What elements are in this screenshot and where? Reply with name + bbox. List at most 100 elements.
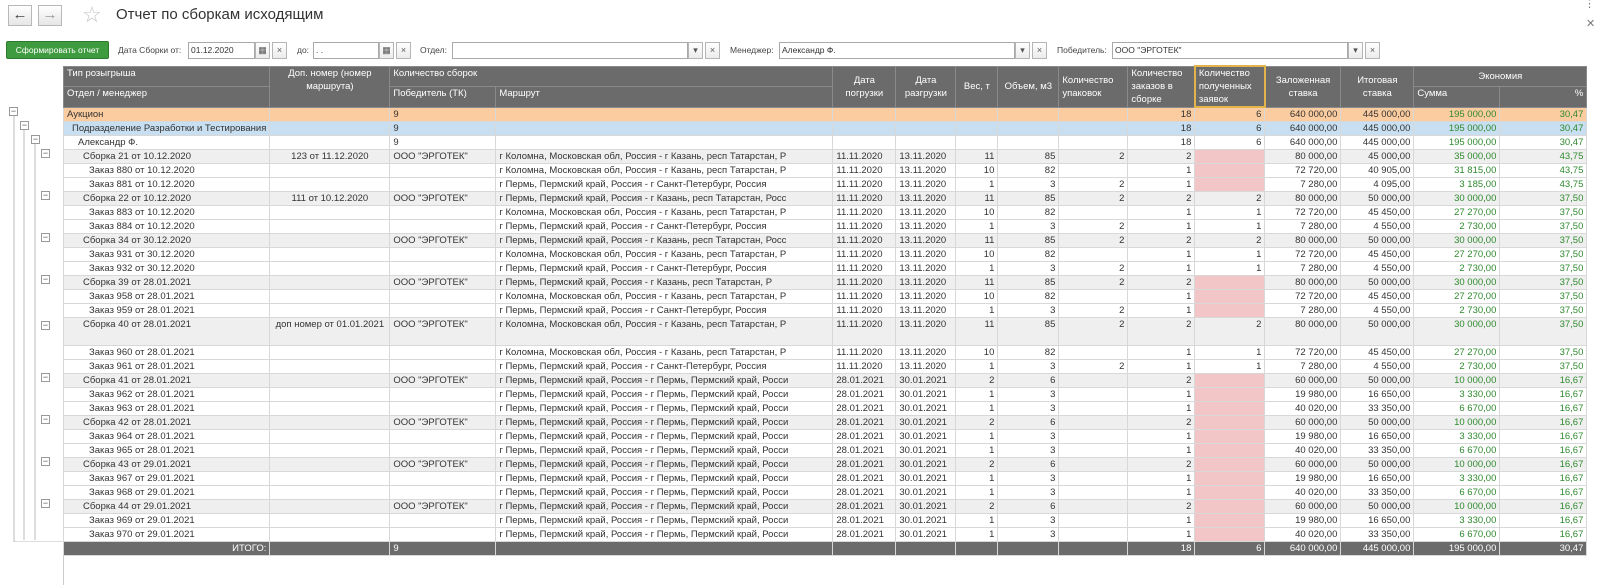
collapse-toggle-icon[interactable]: − [41,415,50,424]
cell-bids: 1 [1194,359,1266,374]
table-row[interactable]: Подразделение Разработки и Тестирования 9… [62,121,1588,136]
collapse-toggle-icon[interactable]: − [41,457,50,466]
col-economy-sum[interactable]: Сумма [1413,86,1501,108]
table-row[interactable]: Заказ 968 от 29.01.2021 г Пермь, Пермский… [62,485,1588,500]
collapse-toggle-icon[interactable]: − [41,321,50,330]
cell-packs [1058,163,1129,178]
cell-winner: ООО "ЭРГОТЕК" [389,415,497,430]
cell-bids [1194,387,1266,402]
grid-edge [63,555,64,585]
dept-select[interactable] [452,42,688,59]
table-row[interactable]: Сборка 34 от 30.12.2020 ООО "ЭРГОТЕК" г Пе… [62,233,1588,248]
cell-winner [389,443,497,458]
collapse-toggle-icon[interactable]: − [9,107,18,116]
table-row[interactable]: Заказ 959 от 28.01.2021 г Пермь, Пермский… [62,303,1588,318]
calendar-icon[interactable]: ▦ [255,42,270,59]
cell-weight: 11 [955,317,999,346]
manager-select[interactable]: Александр Ф. [779,42,1015,59]
cell-economy-pct: 16,67 [1499,471,1588,486]
cell-load-date: 11.11.2020 [832,177,897,192]
table-row[interactable]: Сборка 44 от 29.01.2021 ООО "ЭРГОТЕК" г Пе… [62,499,1588,514]
table-row[interactable]: Заказ 965 от 28.01.2021 г Пермь, Пермский… [62,443,1588,458]
collapse-toggle-icon[interactable]: − [41,149,50,158]
date-to-input[interactable]: . . [313,42,379,59]
col-type[interactable]: Тип розыгрыша [62,65,271,87]
table-row[interactable]: Заказ 932 от 30.12.2020 г Пермь, Пермский… [62,261,1588,276]
collapse-toggle-icon[interactable]: − [41,233,50,242]
generate-report-button[interactable]: Сформировать отчет [6,41,109,59]
table-row[interactable]: Заказ 884 от 10.12.2020 г Пермь, Пермский… [62,219,1588,234]
col-economy-pct[interactable]: % [1499,86,1588,108]
col-economy[interactable]: Экономия [1413,65,1588,87]
col-final-rate[interactable]: Итоговая ставка [1340,65,1415,108]
table-row[interactable]: Сборка 40 от 28.01.2021 доп номер от 01.0… [62,317,1588,346]
cell-economy-pct: 16,67 [1499,485,1588,500]
table-row[interactable]: Заказ 881 от 10.12.2020 г Пермь, Пермский… [62,177,1588,192]
forward-button[interactable]: → [38,5,62,26]
cell-rate: 640 000,00 [1264,121,1342,136]
chevron-down-icon[interactable]: ▾ [1015,42,1030,59]
table-row[interactable]: Заказ 960 от 28.01.2021 г Коломна, Москов… [62,345,1588,360]
chevron-down-icon[interactable]: ▾ [1348,42,1363,59]
col-rate[interactable]: Заложенная ставка [1264,65,1342,108]
col-dept-manager[interactable]: Отдел / менеджер [62,86,271,108]
collapse-toggle-icon[interactable]: − [41,275,50,284]
table-row[interactable]: Александр Ф. 9 18 6 640 000,00 445 000,00 195 … [62,135,1588,150]
col-packs[interactable]: Количество упаковок [1058,65,1129,108]
clear-dept-button[interactable]: × [705,42,720,59]
clear-date-from-button[interactable]: × [272,42,287,59]
back-button[interactable]: ← [8,5,32,26]
table-row[interactable]: Заказ 931 от 30.12.2020 г Коломна, Москов… [62,247,1588,262]
clear-winner-button[interactable]: × [1365,42,1380,59]
collapse-toggle-icon[interactable]: − [41,191,50,200]
table-row[interactable]: Заказ 963 от 28.01.2021 г Пермь, Пермский… [62,401,1588,416]
winner-select[interactable]: ООО "ЭРГОТЕК" [1112,42,1348,59]
col-bids[interactable]: Количество полученных заявок [1193,65,1266,108]
table-row[interactable]: Сборка 43 от 29.01.2021 ООО "ЭРГОТЕК" г Пе… [62,457,1588,472]
col-load-date[interactable]: Дата погрузки [832,65,897,108]
date-from-input[interactable]: 01.12.2020 [188,42,255,59]
table-row[interactable]: Сборка 21 от 10.12.2020 123 от 11.12.2020… [62,149,1588,164]
table-row[interactable]: Заказ 964 от 28.01.2021 г Пермь, Пермский… [62,429,1588,444]
cell-weight: 2 [955,373,999,388]
collapse-toggle-icon[interactable]: − [31,135,40,144]
clear-date-to-button[interactable]: × [396,42,411,59]
col-winner[interactable]: Победитель (ТК) [389,86,497,108]
collapse-toggle-icon[interactable]: − [20,121,29,130]
col-route[interactable]: Маршрут [495,86,834,108]
clear-manager-button[interactable]: × [1032,42,1047,59]
table-row[interactable]: Заказ 961 от 28.01.2021 г Пермь, Пермский… [62,359,1588,374]
cell-economy-sum: 27 270,00 [1413,247,1501,262]
col-weight[interactable]: Вес, т [955,65,999,108]
table-row[interactable]: Заказ 967 от 29.01.2021 г Пермь, Пермский… [62,471,1588,486]
cell-economy-pct: 37,50 [1499,289,1588,304]
table-row[interactable]: Заказ 883 от 10.12.2020 г Коломна, Москов… [62,205,1588,220]
collapse-toggle-icon[interactable]: − [41,373,50,382]
table-row[interactable]: Сборка 22 от 10.12.2020 111 от 10.12.2020… [62,191,1588,206]
col-orders[interactable]: Количество заказов в сборке [1127,65,1196,108]
col-extra-number[interactable]: Доп. номер (номер маршрута) [269,65,391,108]
table-row[interactable]: Сборка 39 от 28.01.2021 ООО "ЭРГОТЕК" г Пе… [62,275,1588,290]
cell-volume: 3 [997,387,1060,402]
table-row[interactable]: Аукцион 9 18 6 640 000,00 445 000,00 195 000,0… [62,106,1588,122]
col-unload-date[interactable]: Дата разгрузки [895,65,957,108]
col-volume[interactable]: Объем, м3 [997,65,1060,108]
table-row[interactable]: Заказ 880 от 10.12.2020 г Коломна, Москов… [62,163,1588,178]
cell-final-rate: 4 550,00 [1340,219,1415,234]
col-count[interactable]: Количество сборок [389,65,834,87]
more-menu-icon[interactable]: ⋮ [1584,0,1595,10]
table-row[interactable]: Заказ 962 от 28.01.2021 г Пермь, Пермский… [62,387,1588,402]
cell-volume: 6 [997,373,1060,388]
cell-load-date: 11.11.2020 [832,289,897,304]
favorite-star-icon[interactable]: ☆ [82,2,102,28]
collapse-toggle-icon[interactable]: − [41,499,50,508]
table-row[interactable]: Сборка 41 от 28.01.2021 ООО "ЭРГОТЕК" г Пе… [62,373,1588,388]
cell-unload-date: 13.11.2020 [895,247,957,262]
table-row[interactable]: Заказ 969 от 29.01.2021 г Пермь, Пермский… [62,513,1588,528]
close-icon[interactable]: ✕ [1586,17,1595,30]
table-row[interactable]: Заказ 970 от 29.01.2021 г Пермь, Пермский… [62,527,1588,542]
table-row[interactable]: Заказ 958 от 28.01.2021 г Коломна, Москов… [62,289,1588,304]
calendar-icon[interactable]: ▦ [379,42,394,59]
chevron-down-icon[interactable]: ▾ [688,42,703,59]
table-row[interactable]: Сборка 42 от 28.01.2021 ООО "ЭРГОТЕК" г Пе… [62,415,1588,430]
